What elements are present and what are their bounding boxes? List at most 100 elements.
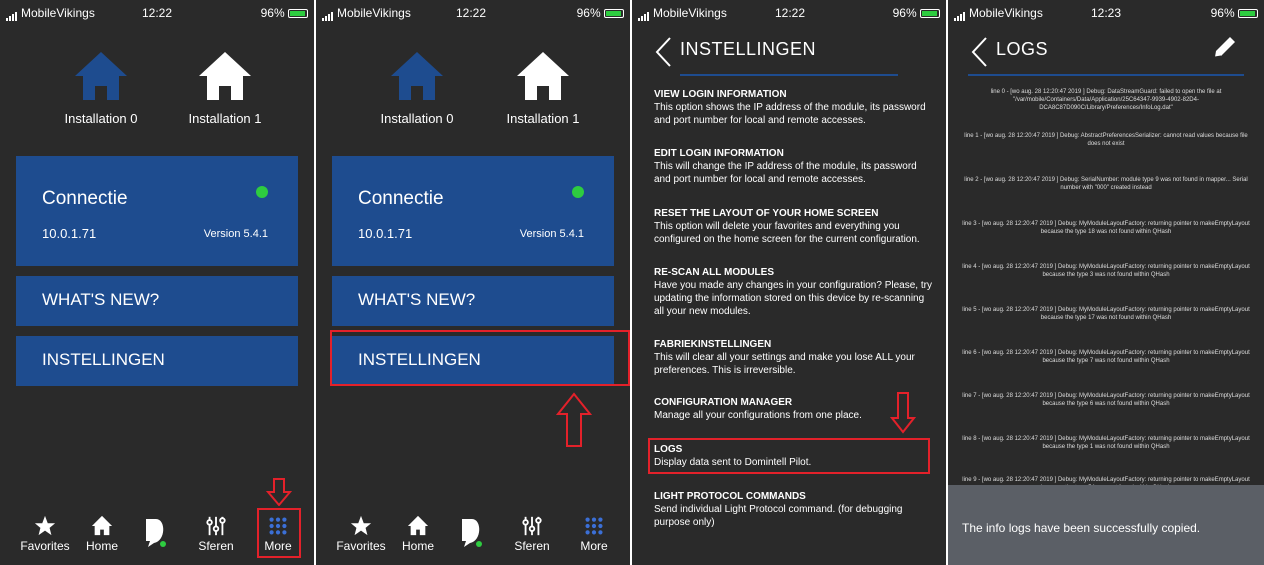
installation-label: Installation 1: [188, 111, 262, 126]
tab-favorites[interactable]: Favorites: [331, 509, 391, 553]
carrier-name: MobileVikings: [21, 6, 95, 20]
battery-percent: 96%: [892, 6, 917, 20]
instellingen-label: INSTELLINGEN: [42, 350, 165, 369]
connection-title: Connectie: [42, 188, 128, 209]
log-line: line 1 - [wo aug. 28 12:20:47 2019 ] Deb…: [964, 133, 1248, 147]
logs-header: LOGS: [948, 32, 1264, 76]
tab-sferen[interactable]: Sferen: [186, 509, 246, 553]
battery-icon: [288, 9, 308, 19]
signal-icon: [954, 7, 966, 21]
option-factory-reset[interactable]: FABRIEKINSTELLINGEN This will clear all y…: [654, 338, 934, 377]
connection-card[interactable]: Connectie 10.0.1.71 Version 5.4.1: [16, 156, 298, 266]
log-line: line 3 - [wo aug. 28 12:20:47 2019 ] Deb…: [962, 221, 1250, 235]
highlight-box: [257, 508, 301, 558]
back-chevron-icon[interactable]: [970, 36, 988, 68]
sliders-icon: [206, 516, 226, 536]
pencil-icon[interactable]: [1212, 34, 1238, 60]
tab-domintell[interactable]: [441, 509, 501, 551]
tab-label: Sferen: [198, 539, 234, 553]
log-line: line 5 - [wo aug. 28 12:20:47 2019 ] Deb…: [962, 307, 1250, 321]
status-bar: MobileVikings 12:22 96%: [0, 0, 314, 26]
tab-domintell[interactable]: [125, 509, 185, 551]
instellingen-button[interactable]: INSTELLINGEN: [16, 336, 298, 386]
house-icon: [91, 515, 113, 536]
clock: 12:22: [141, 6, 173, 20]
header-underline: [968, 74, 1244, 76]
domintell-logo-icon: [146, 519, 166, 547]
clock: 12:22: [774, 6, 806, 20]
tab-label: Sferen: [514, 539, 550, 553]
page-title: INSTELLINGEN: [680, 39, 817, 59]
back-chevron-icon[interactable]: [654, 36, 672, 68]
whats-new-label: WHAT'S NEW?: [42, 290, 160, 309]
option-view-login[interactable]: VIEW LOGIN INFORMATION This option shows …: [654, 88, 934, 127]
star-icon: [350, 515, 372, 536]
version-label: Version 5.4.1: [203, 228, 268, 240]
log-line: line 8 - [wo aug. 28 12:20:47 2019 ] Deb…: [962, 436, 1250, 450]
option-edit-login[interactable]: EDIT LOGIN INFORMATION This will change t…: [654, 147, 934, 186]
tab-label: More: [580, 539, 608, 553]
tab-label: Favorites: [20, 539, 70, 553]
highlight-box: [330, 330, 630, 386]
house-icon: [75, 52, 127, 100]
house-icon: [517, 52, 569, 100]
signal-icon: [6, 7, 18, 21]
battery-percent: 96%: [576, 6, 601, 20]
house-icon: [407, 515, 429, 536]
whats-new-button[interactable]: WHAT'S NEW?: [332, 276, 614, 326]
log-line: line 7 - [wo aug. 28 12:20:47 2019 ] Deb…: [962, 393, 1250, 407]
connection-ip: 10.0.1.71: [42, 226, 97, 241]
home-screen-2: MobileVikings 12:22 96% Installation 0 I…: [316, 0, 630, 565]
tab-favorites[interactable]: Favorites: [15, 509, 75, 553]
tab-label: Home: [401, 539, 434, 553]
domintell-logo-icon: [462, 519, 482, 547]
whats-new-button[interactable]: WHAT'S NEW?: [16, 276, 298, 326]
tab-label: Home: [85, 539, 118, 553]
clock: 12:23: [1090, 6, 1122, 20]
tab-sferen[interactable]: Sferen: [502, 509, 562, 553]
sliders-icon: [522, 516, 542, 536]
tab-more[interactable]: More: [564, 509, 624, 553]
whats-new-label: WHAT'S NEW?: [358, 290, 476, 309]
signal-icon: [638, 7, 650, 21]
settings-header: INSTELLINGEN: [632, 32, 946, 76]
toast-message: The info logs have been successfully cop…: [962, 521, 1201, 535]
signal-icon: [322, 7, 334, 21]
status-bar: MobileVikings 12:23 96%: [948, 0, 1264, 26]
tab-home[interactable]: Home: [72, 509, 132, 553]
installation-label: Installation 1: [506, 111, 580, 126]
battery-icon: [1238, 9, 1258, 19]
installation-1[interactable]: Installation 1: [488, 50, 598, 126]
clock: 12:22: [455, 6, 487, 20]
log-line: line 0 - [wo aug. 28 12:20:47 2019 ] Deb…: [990, 89, 1222, 111]
tab-home[interactable]: Home: [388, 509, 448, 553]
option-light-protocol[interactable]: LIGHT PROTOCOL COMMANDS Send individual L…: [654, 490, 934, 529]
installation-0[interactable]: Installation 0: [362, 50, 472, 126]
red-arrow-icon: [266, 478, 292, 506]
house-icon: [199, 52, 251, 100]
page-title: LOGS: [996, 39, 1049, 59]
red-arrow-icon: [890, 392, 916, 434]
logs-screen: MobileVikings 12:23 96% LOGS line 0 - [w…: [948, 0, 1264, 565]
carrier-name: MobileVikings: [969, 6, 1043, 20]
connection-title: Connectie: [358, 188, 444, 209]
house-icon: [391, 52, 443, 100]
option-rescan-modules[interactable]: RE-SCAN ALL MODULES Have you made any cha…: [654, 266, 934, 318]
connection-card[interactable]: Connectie 10.0.1.71 Version 5.4.1: [332, 156, 614, 266]
battery-percent: 96%: [1210, 6, 1235, 20]
connection-ip: 10.0.1.71: [358, 226, 413, 241]
option-reset-layout[interactable]: RESET THE LAYOUT OF YOUR HOME SCREEN This…: [654, 207, 934, 246]
installation-0[interactable]: Installation 0: [46, 50, 156, 126]
tab-label: Favorites: [336, 539, 386, 553]
star-icon: [34, 515, 56, 536]
battery-icon: [920, 9, 940, 19]
home-screen-1: MobileVikings 12:22 96% Installation 0 I…: [0, 0, 314, 565]
copied-toast: The info logs have been successfully cop…: [948, 485, 1264, 565]
status-dot: [572, 186, 584, 198]
status-bar: MobileVikings 12:22 96%: [632, 0, 946, 26]
battery-icon: [604, 9, 624, 19]
tab-bar: Favorites Home Sferen More: [316, 505, 630, 565]
installation-1[interactable]: Installation 1: [170, 50, 280, 126]
log-line: line 2 - [wo aug. 28 12:20:47 2019 ] Deb…: [964, 177, 1248, 191]
version-label: Version 5.4.1: [519, 228, 584, 240]
